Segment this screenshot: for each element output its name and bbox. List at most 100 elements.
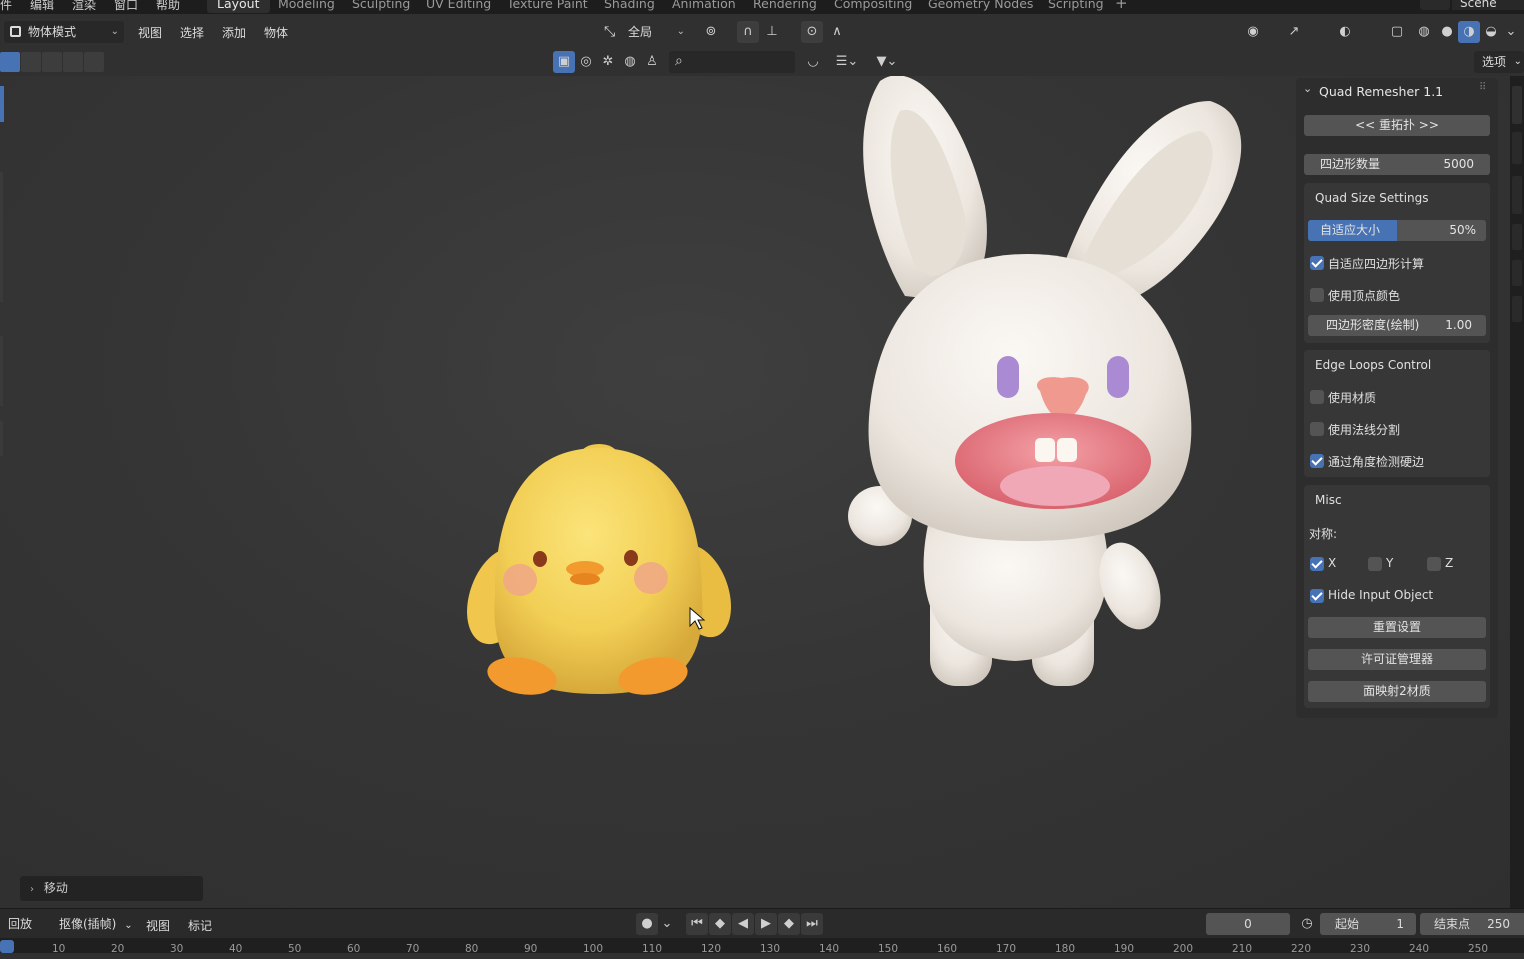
adaptive-calc-checkbox[interactable] xyxy=(1310,256,1324,270)
options-dropdown[interactable]: 选项 ⌄ xyxy=(1474,51,1524,73)
collapse-chevron-icon[interactable]: ⌄ xyxy=(1303,82,1312,95)
timeline-ruler[interactable]: 10 20 30 40 50 60 70 80 90 100 110 120 130 140 150 160 1… xyxy=(0,938,1524,953)
filter-icon[interactable]: ▼⌄ xyxy=(870,51,904,73)
solid-shading-icon[interactable]: ● xyxy=(1436,21,1458,43)
select-subtract-icon[interactable] xyxy=(42,52,62,72)
tab-remesh[interactable] xyxy=(1512,296,1522,322)
jump-end-icon[interactable]: ⏭ xyxy=(801,913,823,935)
visibility-icon[interactable]: ◉ xyxy=(1242,21,1264,43)
record-options-chevron-icon[interactable]: ⌄ xyxy=(658,913,676,935)
end-frame-field[interactable]: 结束点 250 xyxy=(1420,913,1524,935)
search-input[interactable]: ⌕ xyxy=(669,51,795,73)
tab-compositing[interactable]: Compositing xyxy=(834,0,912,11)
3d-viewport[interactable] xyxy=(0,76,1510,908)
reset-settings-button[interactable]: 重置设置 xyxy=(1308,617,1486,638)
current-frame-field[interactable]: 0 xyxy=(1206,913,1290,935)
sync-icon[interactable]: ◡ xyxy=(802,51,824,73)
select-intersect-icon[interactable] xyxy=(84,52,104,72)
filter-mesh-icon[interactable]: ◎ xyxy=(575,51,597,73)
material-shading-icon[interactable]: ◑ xyxy=(1458,21,1480,43)
object-filter-icon[interactable]: ▣ xyxy=(553,51,575,73)
use-normals-checkbox[interactable] xyxy=(1310,422,1324,436)
tree-view-icon[interactable]: ☰⌄ xyxy=(832,51,862,73)
hide-input-checkbox[interactable] xyxy=(1310,589,1324,603)
menu-window[interactable]: 窗口 xyxy=(114,0,138,13)
remesh-button[interactable]: << 重拓扑 >> xyxy=(1304,115,1490,136)
quad-count-field[interactable]: 四边形数量 5000 xyxy=(1304,154,1490,175)
filter-camera-icon[interactable]: ♙ xyxy=(641,51,663,73)
tab-rendering[interactable]: Rendering xyxy=(753,0,817,11)
tab-texture-paint[interactable]: Texture Paint xyxy=(507,0,588,11)
tab-view[interactable] xyxy=(1512,176,1522,214)
keying-menu[interactable]: 抠像(插帧) ⌄ xyxy=(59,913,135,935)
shading-options-chevron-icon[interactable]: ⌄ xyxy=(1502,21,1520,43)
xray-icon[interactable]: ▢ xyxy=(1386,21,1408,43)
add-workspace-button[interactable]: + xyxy=(1115,0,1128,12)
tab-layout[interactable]: Layout xyxy=(207,0,270,13)
prev-keyframe-icon[interactable]: ◆ xyxy=(709,913,731,935)
select-new-icon[interactable] xyxy=(0,52,20,72)
quad-density-field[interactable]: 四边形密度(绘制) 1.00 xyxy=(1308,315,1486,336)
menu-view[interactable]: 视图 xyxy=(138,24,162,41)
overlay-icon[interactable]: ◐ xyxy=(1334,21,1356,43)
record-icon[interactable]: ● xyxy=(636,913,658,935)
tab-item[interactable] xyxy=(1512,86,1522,124)
face-map-material-button[interactable]: 面映射2材质 xyxy=(1308,681,1486,702)
chick-model[interactable] xyxy=(455,444,743,700)
tab-edit[interactable] xyxy=(1512,224,1522,250)
pivot-icon[interactable]: ⊚ xyxy=(700,21,722,43)
tool-shelf-edge-lower[interactable] xyxy=(0,336,3,406)
use-materials-checkbox[interactable] xyxy=(1310,390,1324,404)
tab-uv-editing[interactable]: UV Editing xyxy=(426,0,491,11)
snap-target-icon[interactable]: ⊥ xyxy=(761,21,783,43)
wireframe-shading-icon[interactable]: ◍ xyxy=(1413,21,1435,43)
timeline-view-menu[interactable]: 视图 xyxy=(146,917,170,934)
tool-shelf-edge-bottom[interactable] xyxy=(0,421,3,456)
transform-orientation-dropdown[interactable]: ⤡ 全局 ⌄ xyxy=(600,21,690,43)
tab-tool[interactable] xyxy=(1512,132,1522,164)
menu-render[interactable]: 渲染 xyxy=(72,0,96,13)
tab-modeling[interactable]: Modeling xyxy=(278,0,335,11)
start-frame-field[interactable]: 起始 1 xyxy=(1320,913,1416,935)
play-icon[interactable]: ▶ xyxy=(755,913,777,935)
proportional-edit-icon[interactable]: ⊙ xyxy=(801,21,823,43)
select-extend-icon[interactable] xyxy=(21,52,41,72)
tab-shading[interactable]: Shading xyxy=(604,0,655,11)
menu-edit[interactable]: 编辑 xyxy=(30,0,54,13)
scene-selector-icon[interactable] xyxy=(1420,0,1450,10)
menu-help[interactable]: 帮助 xyxy=(156,0,180,13)
timeline-marker-menu[interactable]: 标记 xyxy=(188,917,212,934)
menu-object[interactable]: 物体 xyxy=(264,24,288,41)
detect-hard-edges-checkbox[interactable] xyxy=(1310,454,1324,468)
select-invert-icon[interactable] xyxy=(63,52,83,72)
last-operator-panel[interactable]: › 移动 xyxy=(20,876,203,901)
filter-light-icon[interactable]: ✲ xyxy=(597,51,619,73)
drag-handle-icon[interactable]: ⠿ xyxy=(1479,82,1486,93)
active-tool-indicator[interactable] xyxy=(0,86,4,122)
tool-shelf-edge[interactable] xyxy=(0,172,3,302)
clock-icon[interactable]: ◷ xyxy=(1296,913,1318,935)
jump-start-icon[interactable]: ⏮ xyxy=(686,913,708,935)
snap-icon[interactable]: ∩ xyxy=(737,21,759,43)
mode-dropdown[interactable]: 物体模式 ⌄ xyxy=(4,21,124,43)
license-manager-button[interactable]: 许可证管理器 xyxy=(1308,649,1486,670)
adaptive-size-slider[interactable]: 自适应大小 50% xyxy=(1308,220,1486,241)
tab-sculpting[interactable]: Sculpting xyxy=(352,0,410,11)
tab-scripting[interactable]: Scripting xyxy=(1048,0,1104,11)
filter-world-icon[interactable]: ◍ xyxy=(619,51,641,73)
tab-animation[interactable]: Animation xyxy=(672,0,736,11)
symmetry-z-checkbox[interactable] xyxy=(1427,557,1441,571)
bunny-model[interactable] xyxy=(848,76,1242,686)
next-keyframe-icon[interactable]: ◆ xyxy=(778,913,800,935)
gizmo-icon[interactable]: ↗ xyxy=(1283,21,1305,43)
play-reverse-icon[interactable]: ◀ xyxy=(732,913,754,935)
menu-add[interactable]: 添加 xyxy=(222,24,246,41)
playback-menu[interactable]: 回放 ⌄ xyxy=(8,913,48,953)
tab-plugin[interactable] xyxy=(1512,260,1522,286)
menu-select[interactable]: 选择 xyxy=(180,24,204,41)
rendered-shading-icon[interactable]: ◒ xyxy=(1480,21,1502,43)
file-menu-fragment[interactable]: 件 xyxy=(0,0,12,13)
symmetry-y-checkbox[interactable] xyxy=(1368,557,1382,571)
falloff-icon[interactable]: ∧ xyxy=(826,21,848,43)
vertex-color-checkbox[interactable] xyxy=(1310,288,1324,302)
